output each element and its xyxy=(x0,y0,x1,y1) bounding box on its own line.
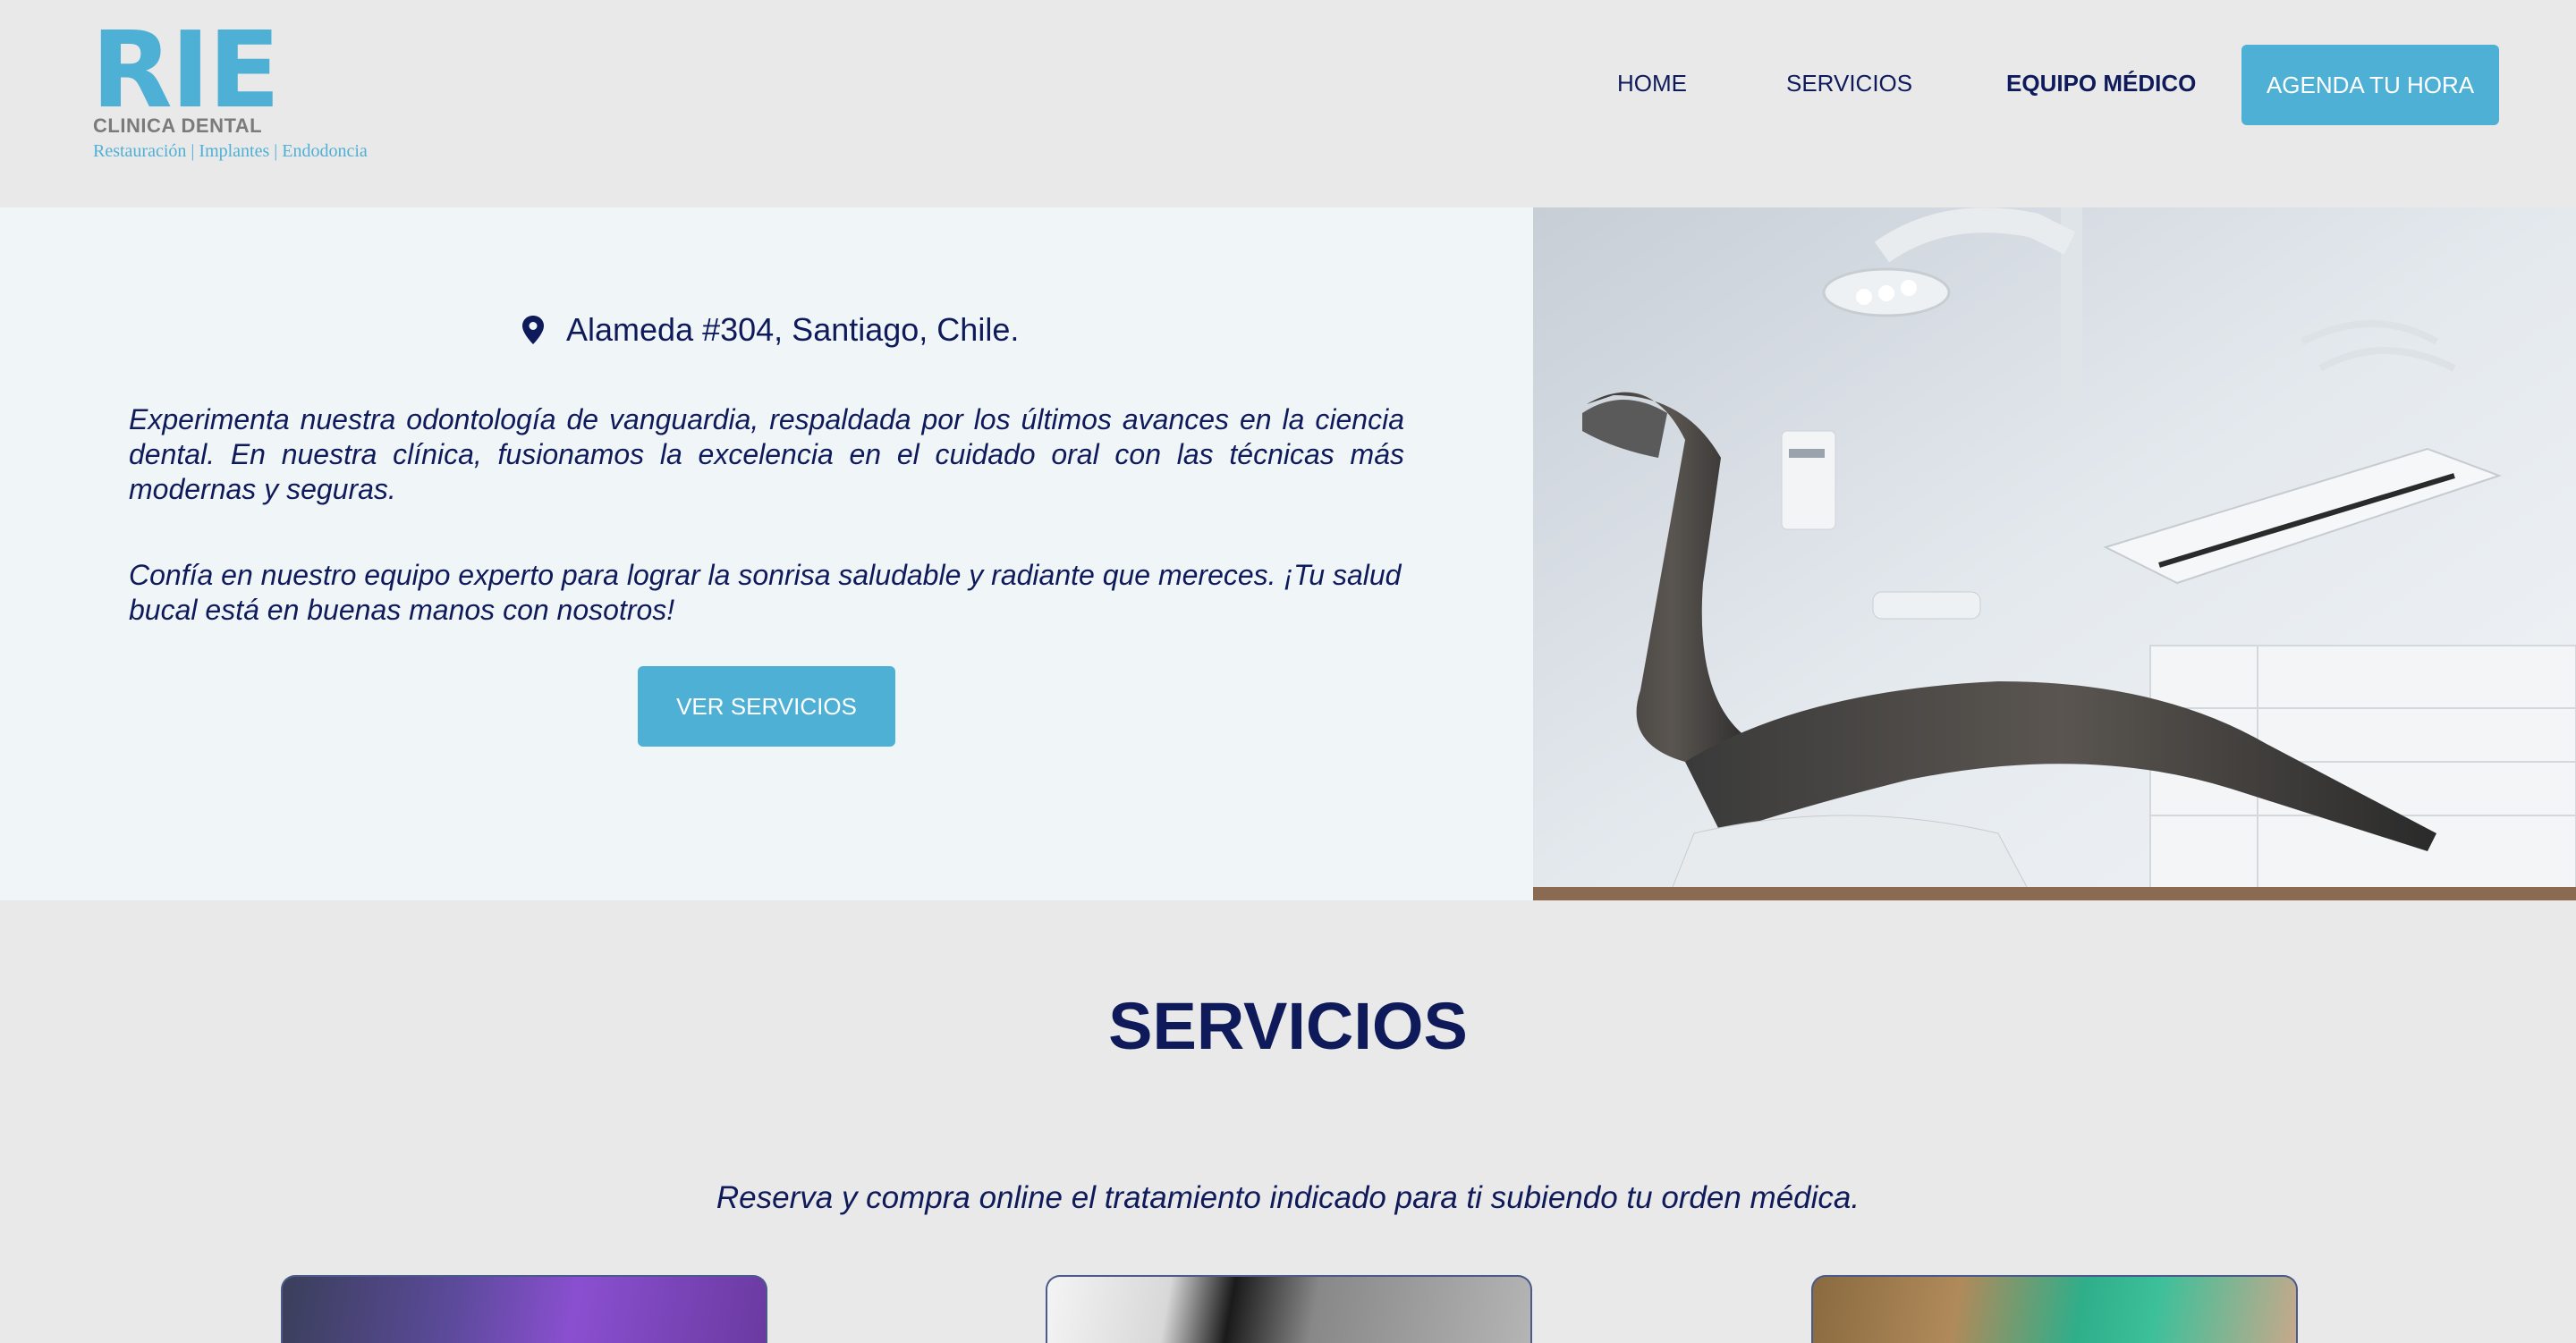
hero-paragraph-2: Confía en nuestro equipo experto para lo… xyxy=(129,559,1402,626)
service-card-dental-lamp[interactable] xyxy=(1046,1275,1532,1343)
location-pin-icon xyxy=(522,316,544,344)
logo-mark: RIE xyxy=(91,8,280,131)
dental-chair-photo xyxy=(1533,207,2576,900)
services-subtitle: Reserva y compra online el tratamiento i… xyxy=(716,1180,1860,1215)
service-card-dental-tools[interactable] xyxy=(281,1275,767,1343)
view-services-button[interactable]: VER SERVICIOS xyxy=(638,666,895,747)
nav-services-link[interactable]: SERVICIOS xyxy=(1786,70,1912,97)
address-row: Alameda #304, Santiago, Chile. xyxy=(521,311,1019,349)
logo-tagline: Restauración | Implantes | Endodoncia xyxy=(93,141,368,161)
dental-chair-illustration xyxy=(1533,207,2576,900)
logo-subtitle: CLINICA DENTAL xyxy=(93,114,263,137)
clinic-address: Alameda #304, Santiago, Chile. xyxy=(566,311,1020,348)
site-header: RIE CLINICA DENTAL Restauración | Implan… xyxy=(0,0,2576,207)
nav-home-link[interactable]: HOME xyxy=(1617,70,1687,97)
nav-team-link[interactable]: EQUIPO MÉDICO xyxy=(2006,70,2196,97)
service-card-dentist-hands[interactable] xyxy=(1811,1275,2298,1343)
hero-paragraph-1: Experimenta nuestra odontología de vangu… xyxy=(129,403,1404,505)
book-appointment-button[interactable]: AGENDA TU HORA xyxy=(2241,45,2499,125)
clinic-logo[interactable]: RIE CLINICA DENTAL Restauración | Implan… xyxy=(91,8,395,168)
services-heading: SERVICIOS xyxy=(1108,989,1468,1063)
